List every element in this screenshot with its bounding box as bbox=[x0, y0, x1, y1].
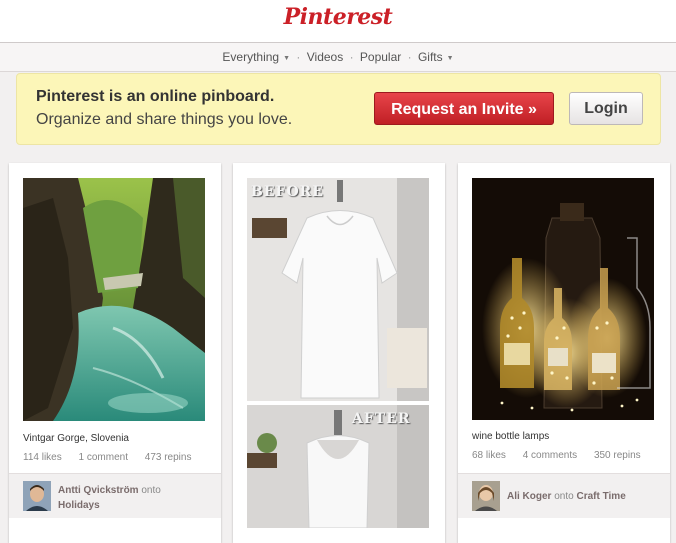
request-invite-button[interactable]: Request an Invite » bbox=[374, 92, 554, 125]
wine-lamps-photo bbox=[472, 178, 654, 420]
pinner-name[interactable]: Ali Koger bbox=[507, 491, 551, 502]
nav-item-videos[interactable]: Videos bbox=[307, 43, 343, 71]
banner-subline: Organize and share things you love. bbox=[36, 111, 293, 128]
user-avatar-image bbox=[472, 481, 500, 511]
header: Pinterest bbox=[0, 0, 676, 43]
caret-down-icon: ▼ bbox=[446, 55, 454, 62]
repins-count[interactable]: 350 repins bbox=[594, 450, 641, 461]
category-nav: Everything ▼ · Videos · Popular · Gifts ▼ bbox=[0, 43, 676, 72]
pin-stats: 68 likes 4 comments 350 repins bbox=[472, 450, 655, 461]
user-avatar-image bbox=[23, 481, 51, 511]
caret-down-icon: ▼ bbox=[283, 55, 291, 62]
pin-image[interactable] bbox=[23, 178, 205, 421]
pinner-info: Ali Koger onto Craft Time bbox=[507, 491, 626, 502]
pin-stats: 114 likes 1 comment 473 repins bbox=[23, 452, 205, 463]
pinterest-logo[interactable]: Pinterest bbox=[0, 4, 676, 30]
pinner-name[interactable]: Antti Qvickström bbox=[58, 485, 139, 496]
nav-separator: · bbox=[407, 50, 412, 64]
pin-image[interactable] bbox=[472, 178, 654, 420]
before-after-photo bbox=[247, 178, 429, 528]
pin-image[interactable]: BEFORE AFTER bbox=[247, 178, 429, 528]
pin-attribution: Ali Koger onto Craft Time bbox=[458, 473, 670, 518]
repins-count[interactable]: 473 repins bbox=[145, 452, 192, 463]
pin-card[interactable]: wine bottle lamps 68 likes 4 comments 35… bbox=[458, 163, 670, 543]
nav-separator: · bbox=[296, 50, 301, 64]
comments-count[interactable]: 1 comment bbox=[79, 452, 128, 463]
after-label: AFTER bbox=[352, 411, 411, 427]
pinner-info: Antti Qvickström onto Holidays bbox=[58, 485, 161, 511]
board-name[interactable]: Holidays bbox=[58, 500, 100, 511]
pin-description: Vintgar Gorge, Slovenia bbox=[23, 433, 129, 444]
board-name[interactable]: Craft Time bbox=[576, 491, 625, 502]
pin-card[interactable]: BEFORE AFTER bbox=[233, 163, 445, 543]
pin-attribution: Antti Qvickström onto Holidays bbox=[9, 473, 221, 518]
before-label: BEFORE bbox=[251, 184, 324, 200]
avatar[interactable] bbox=[23, 481, 51, 511]
pin-card[interactable]: Vintgar Gorge, Slovenia 114 likes 1 comm… bbox=[9, 163, 221, 543]
pin-description: wine bottle lamps bbox=[472, 431, 550, 442]
nav-separator: · bbox=[349, 50, 354, 64]
likes-count[interactable]: 114 likes bbox=[23, 452, 62, 463]
gorge-photo bbox=[23, 178, 205, 421]
avatar[interactable] bbox=[472, 481, 500, 511]
signup-banner: Pinterest is an online pinboard. Organiz… bbox=[16, 73, 661, 145]
nav-item-everything[interactable]: Everything ▼ bbox=[222, 43, 290, 73]
comments-count[interactable]: 4 comments bbox=[523, 450, 577, 461]
nav-item-gifts[interactable]: Gifts ▼ bbox=[418, 43, 454, 73]
login-button[interactable]: Login bbox=[569, 92, 643, 125]
likes-count[interactable]: 68 likes bbox=[472, 450, 506, 461]
banner-headline: Pinterest is an online pinboard. bbox=[36, 88, 275, 105]
nav-item-popular[interactable]: Popular bbox=[360, 43, 401, 71]
